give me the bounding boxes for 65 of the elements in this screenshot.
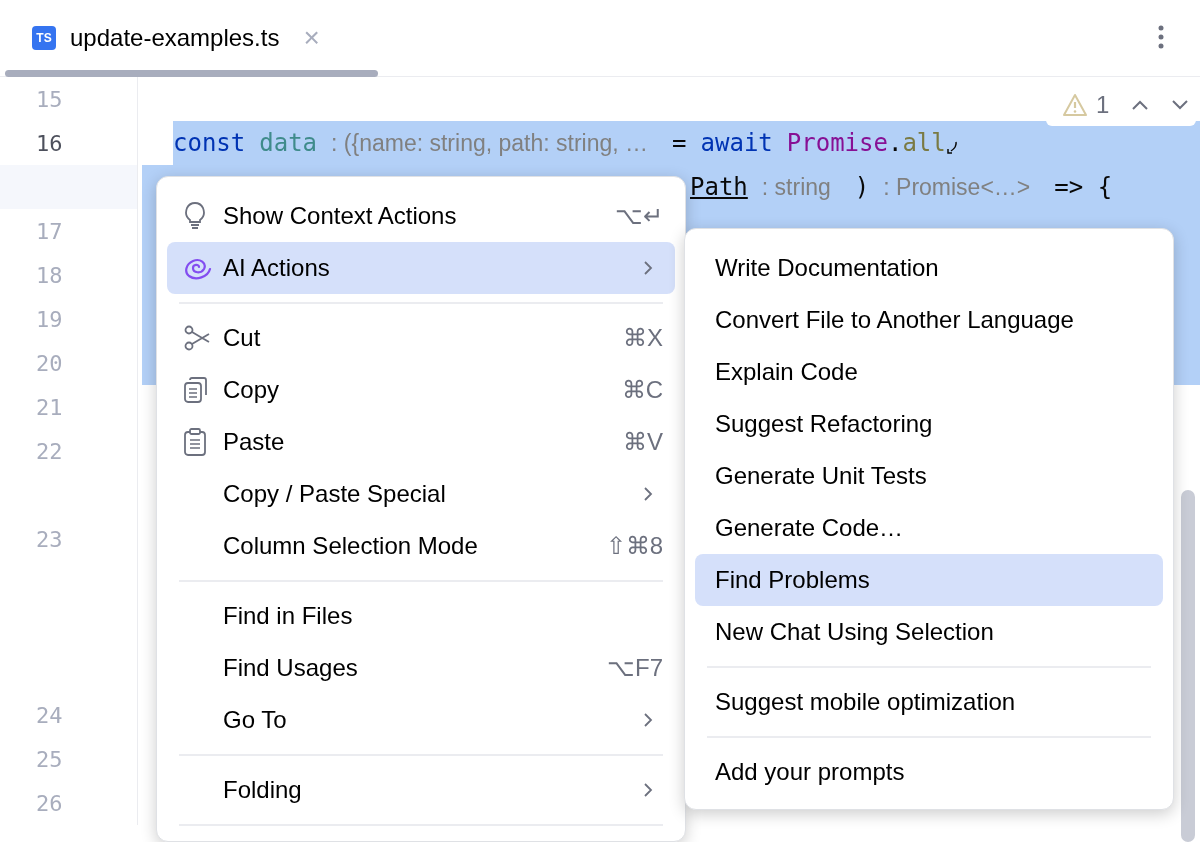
shortcut: ⌘X: [623, 323, 663, 353]
warning-icon: [1062, 93, 1088, 117]
menu-item[interactable]: Suggest Refactoring: [695, 398, 1163, 450]
menu-item[interactable]: Paste ⌘V: [167, 416, 675, 468]
line-number: 16: [36, 129, 63, 158]
line-number: 18: [36, 261, 63, 290]
copy-icon: [184, 377, 208, 403]
menu-item[interactable]: Generate Unit Tests: [695, 450, 1163, 502]
menu-item[interactable]: Generate Code…: [695, 502, 1163, 554]
menu-item[interactable]: AI Actions: [167, 242, 675, 294]
line-number: 22: [36, 437, 63, 466]
code-token: .: [887, 128, 903, 159]
code-token: ): [854, 172, 870, 203]
menu-item[interactable]: Cut ⌘X: [167, 312, 675, 364]
code-token: await: [700, 128, 773, 159]
code-token: data: [259, 128, 318, 159]
inlay-hint: : Promise<…>: [883, 172, 1031, 202]
clipboard-icon: [184, 428, 206, 456]
chevron-down-icon[interactable]: [1171, 99, 1190, 111]
menu-item[interactable]: Show Context Actions ⌥↵: [167, 190, 675, 242]
chevron-up-icon[interactable]: [1131, 99, 1150, 111]
shortcut: ⌘C: [621, 375, 663, 405]
code-token: => {: [1054, 172, 1113, 203]
menu-item[interactable]: Column Selection Mode ⇧⌘8: [167, 520, 675, 572]
typescript-file-icon: TS: [32, 26, 56, 50]
menu-item[interactable]: Suggest mobile optimization: [695, 676, 1163, 728]
line-number: 24: [36, 701, 63, 730]
menu-item[interactable]: Add your prompts: [695, 746, 1163, 798]
menu-item[interactable]: New Chat Using Selection: [695, 606, 1163, 658]
lightbulb-icon: [184, 202, 206, 230]
line-number: 25: [36, 745, 63, 774]
shortcut: ⇧⌘8: [605, 531, 663, 561]
line-number: 23: [36, 525, 63, 554]
soft-wrap-icon: [945, 141, 958, 155]
line-number: 15: [36, 85, 63, 114]
shortcut: ⌘V: [623, 427, 663, 457]
menu-item[interactable]: Go To: [167, 694, 675, 746]
menu-item[interactable]: Convert File to Another Language: [695, 294, 1163, 346]
shortcut: ⌥F7: [607, 653, 663, 683]
scissors-icon: [184, 325, 210, 351]
editor-tab[interactable]: TS update-examples.ts ×: [0, 0, 340, 68]
menu-item[interactable]: Find in Files: [167, 590, 675, 642]
menu-item[interactable]: Copy ⌘C: [167, 364, 675, 416]
menu-item[interactable]: Explain Code: [695, 346, 1163, 398]
shortcut: ⌥↵: [615, 201, 663, 231]
editor-scrollbar[interactable]: [1181, 490, 1195, 842]
tab-label: update-examples.ts: [70, 23, 280, 53]
inlay-hint: : ({name: string, path: string, …: [331, 128, 649, 158]
code-token: =: [672, 128, 687, 159]
code-token: Promise: [786, 128, 888, 159]
problem-count: 1: [1096, 90, 1110, 120]
menu-item[interactable]: Find Problems: [695, 554, 1163, 606]
menu-item[interactable]: Write Documentation: [695, 242, 1163, 294]
line-number: 26: [36, 789, 63, 818]
line-number: 20: [36, 349, 63, 378]
code-token: const: [173, 128, 246, 159]
line-number: 21: [36, 393, 63, 422]
code-token: all: [902, 128, 946, 159]
menu-item[interactable]: Find Usages ⌥F7: [167, 642, 675, 694]
code-token: Path: [690, 172, 748, 203]
menu-item[interactable]: Copy / Paste Special: [167, 468, 675, 520]
inlay-hint: : string: [761, 172, 831, 202]
line-number: 19: [36, 305, 63, 334]
line-number: 17: [36, 217, 63, 246]
menu-item[interactable]: Folding: [167, 764, 675, 816]
